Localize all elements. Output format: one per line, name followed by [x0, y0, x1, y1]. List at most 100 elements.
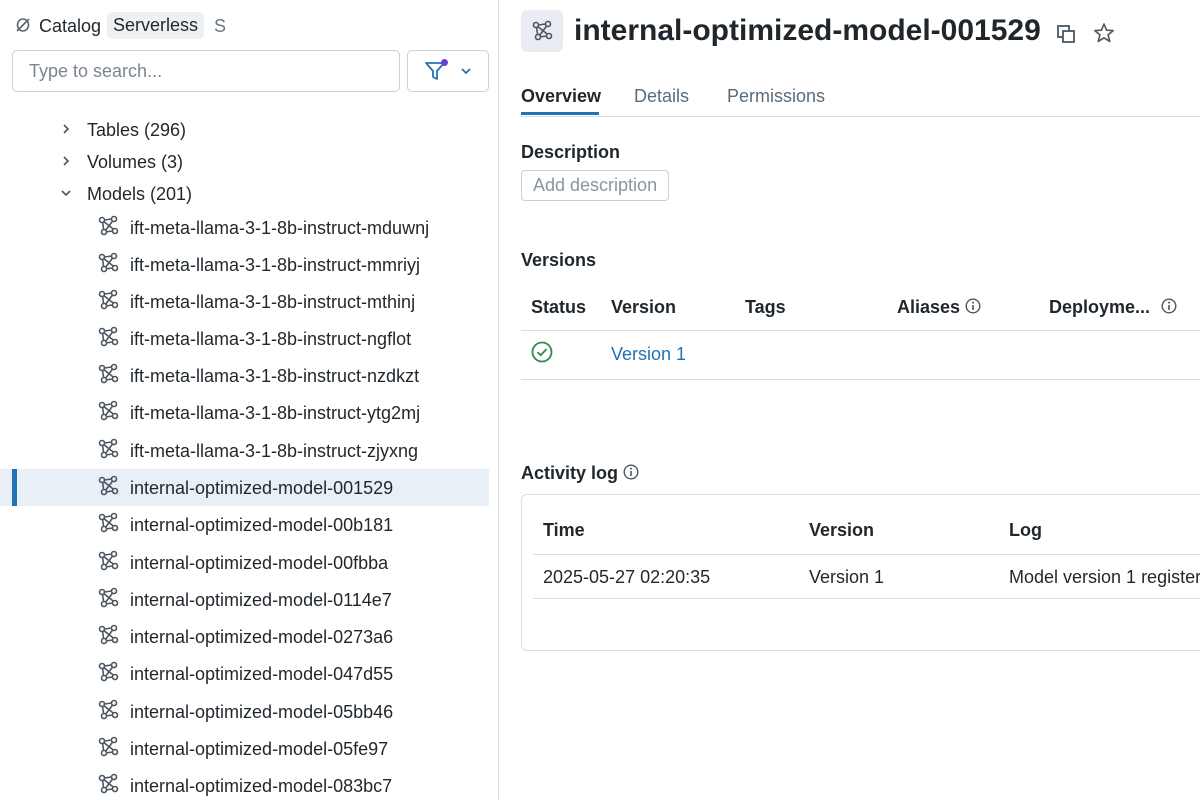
model-icon — [98, 661, 119, 682]
info-icon[interactable] — [1161, 298, 1177, 314]
divider — [533, 598, 1200, 599]
star-icon[interactable] — [1093, 22, 1115, 44]
model-label: internal-optimized-model-047d55 — [130, 664, 394, 684]
model-icon — [98, 624, 119, 645]
model-detail-panel: internal-optimized-model-001529 Overview… — [499, 0, 1200, 800]
model-label: ift-meta-llama-3-1-8b-instruct-ngflot — [130, 329, 412, 349]
model-list-item[interactable]: ift-meta-llama-3-1-8b-instruct-mduwnj — [0, 209, 489, 246]
model-list-item[interactable]: internal-optimized-model-05bb46 — [0, 693, 489, 730]
model-icon — [98, 326, 119, 347]
model-icon — [98, 699, 119, 720]
model-list-item[interactable]: internal-optimized-model-00fbba — [0, 544, 489, 581]
model-list-item[interactable]: ift-meta-llama-3-1-8b-instruct-mmriyj — [0, 246, 489, 283]
model-list-item[interactable]: internal-optimized-model-0273a6 — [0, 618, 489, 655]
model-icon — [98, 438, 119, 459]
filter-button[interactable] — [407, 50, 489, 92]
catalog-icon — [16, 18, 30, 32]
model-list-item[interactable]: internal-optimized-model-00b181 — [0, 506, 489, 543]
model-label: internal-optimized-model-083bc7 — [130, 776, 393, 796]
filter-active-dot — [441, 59, 448, 66]
model-title-icon-box — [521, 10, 563, 52]
model-label: ift-meta-llama-3-1-8b-instruct-ytg2mj — [130, 403, 421, 423]
model-icon — [98, 215, 119, 236]
column-header-log[interactable]: Log — [1009, 520, 1042, 541]
model-label: ift-meta-llama-3-1-8b-instruct-nzdkzt — [130, 366, 420, 386]
model-list-item[interactable]: ift-meta-llama-3-1-8b-instruct-nzdkzt — [0, 357, 489, 394]
model-label: internal-optimized-model-0114e7 — [130, 590, 392, 610]
model-icon — [98, 587, 119, 608]
model-icon — [98, 363, 119, 384]
model-list-item[interactable]: internal-optimized-model-05fe97 — [0, 730, 489, 767]
description-heading: Description — [521, 142, 621, 162]
model-label: ift-meta-llama-3-1-8b-instruct-mduwnj — [130, 218, 430, 238]
versions-table-header: Status Version Tags Aliases Deployme... — [521, 290, 1200, 331]
model-icon — [98, 512, 119, 533]
column-header-deployment[interactable]: Deployme... — [1049, 297, 1150, 318]
catalog-explorer-panel: Catalog Serverless S Type to search... T… — [0, 0, 499, 800]
catalog-topbar: Catalog Serverless S — [0, 0, 498, 50]
truncated-label[interactable]: S — [214, 16, 226, 37]
column-header-version[interactable]: Version — [611, 297, 676, 318]
model-icon — [98, 400, 119, 421]
activity-version-link[interactable]: Version 1 — [809, 567, 884, 588]
chevron-right-icon[interactable] — [60, 123, 72, 135]
column-header-time[interactable]: Time — [543, 520, 585, 541]
model-icon — [98, 550, 119, 571]
info-icon[interactable] — [623, 464, 639, 480]
table-row[interactable]: Version 1 — [521, 331, 1200, 380]
model-label: internal-optimized-model-05bb46 — [130, 702, 394, 722]
model-list-item-selected[interactable]: internal-optimized-model-001529 — [0, 469, 489, 506]
tree-group-models[interactable]: Models (201) — [0, 175, 489, 212]
model-label: internal-optimized-model-05fe97 — [130, 739, 389, 759]
activity-log-table: Time Version Log 2025-05-27 02:20:35 Ver… — [521, 494, 1200, 651]
search-input[interactable]: Type to search... — [12, 50, 400, 92]
model-list-item[interactable]: ift-meta-llama-3-1-8b-instruct-ngflot — [0, 320, 489, 357]
add-description-button[interactable]: Add description — [521, 170, 670, 201]
column-header-version[interactable]: Version — [809, 520, 874, 541]
model-icon — [98, 252, 119, 273]
column-header-status[interactable]: Status — [531, 297, 586, 318]
version-link[interactable]: Version 1 — [611, 344, 686, 365]
divider — [533, 554, 1200, 555]
page-title: internal-optimized-model-001529 — [574, 14, 1041, 47]
column-header-aliases[interactable]: Aliases — [897, 297, 960, 318]
model-label: internal-optimized-model-001529 — [130, 478, 394, 498]
model-icon — [98, 773, 119, 794]
activity-log-text: Model version 1 registered — [1009, 567, 1200, 587]
model-label: internal-optimized-model-0273a6 — [130, 627, 394, 647]
tree-group-label: Volumes (3) — [87, 152, 184, 172]
active-tab-indicator — [521, 112, 599, 115]
model-icon — [98, 289, 119, 310]
model-icon — [532, 20, 553, 41]
status-ready-icon — [531, 341, 553, 363]
model-list-item[interactable]: ift-meta-llama-3-1-8b-instruct-ytg2mj — [0, 394, 489, 431]
activity-log-heading: Activity log — [521, 463, 619, 483]
model-label: ift-meta-llama-3-1-8b-instruct-zjyxng — [130, 441, 419, 461]
model-icon — [98, 736, 119, 757]
column-header-tags[interactable]: Tags — [745, 297, 786, 318]
tab-overview[interactable]: Overview — [521, 86, 601, 107]
model-label: ift-meta-llama-3-1-8b-instruct-mmriyj — [130, 255, 421, 275]
chevron-right-icon[interactable] — [60, 155, 72, 167]
activity-time: 2025-05-27 02:20:35 — [543, 567, 711, 587]
model-list-item[interactable]: ift-meta-llama-3-1-8b-instruct-mthinj — [0, 283, 489, 320]
detail-tabs: Overview Details Permissions — [521, 80, 1200, 117]
model-label: internal-optimized-model-00b181 — [130, 515, 394, 535]
chevron-down-icon[interactable] — [60, 187, 72, 199]
chevron-down-icon — [461, 68, 471, 75]
model-icon — [98, 475, 119, 496]
versions-heading: Versions — [521, 250, 597, 270]
compute-pill[interactable]: Serverless — [107, 12, 205, 39]
model-list-item[interactable]: internal-optimized-model-047d55 — [0, 655, 489, 692]
model-list-item[interactable]: internal-optimized-model-083bc7 — [0, 767, 489, 800]
model-list-item[interactable]: ift-meta-llama-3-1-8b-instruct-zjyxng — [0, 432, 489, 469]
model-list-item[interactable]: internal-optimized-model-0114e7 — [0, 581, 489, 618]
tree-group-label: Models (201) — [87, 184, 193, 204]
copy-icon[interactable] — [1056, 24, 1076, 44]
catalog-label[interactable]: Catalog — [39, 16, 101, 37]
tab-details[interactable]: Details — [634, 86, 689, 107]
tab-permissions[interactable]: Permissions — [727, 86, 825, 107]
info-icon[interactable] — [965, 298, 981, 314]
model-label: internal-optimized-model-00fbba — [130, 553, 389, 573]
model-label: ift-meta-llama-3-1-8b-instruct-mthinj — [130, 292, 416, 312]
